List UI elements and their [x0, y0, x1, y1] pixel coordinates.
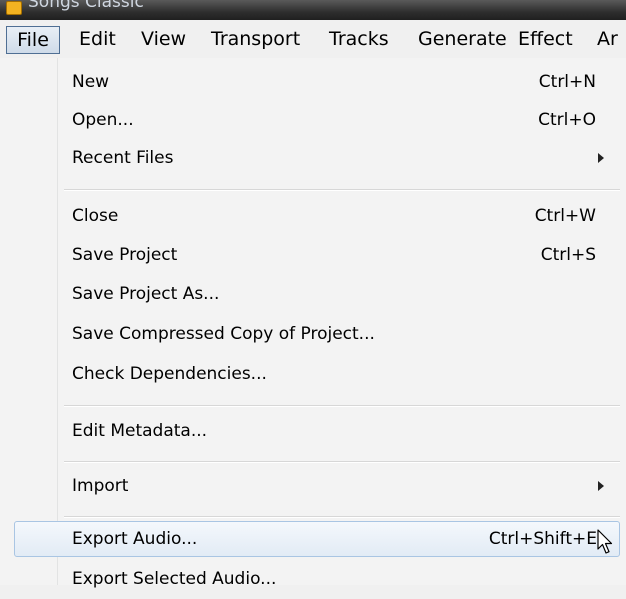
- menu-view[interactable]: View: [141, 27, 186, 51]
- menu-item-label: Edit Metadata...: [72, 421, 208, 441]
- menu-item-label: Save Compressed Copy of Project...: [72, 324, 375, 344]
- menu-tracks[interactable]: Tracks: [329, 27, 389, 51]
- menu-separator: [64, 516, 620, 518]
- menu-item-shortcut: Ctrl+W: [534, 206, 596, 226]
- menu-item-new[interactable]: New Ctrl+N: [0, 64, 626, 102]
- menu-item-shortcut: Ctrl+O: [538, 110, 596, 130]
- menu-generate[interactable]: Generate: [418, 27, 507, 51]
- menu-item-label: Recent Files: [72, 148, 174, 168]
- menu-effect[interactable]: Effect: [518, 27, 573, 51]
- menu-item-close[interactable]: Close Ctrl+W: [0, 198, 626, 236]
- menu-item-label: Open...: [72, 110, 134, 130]
- menu-edit[interactable]: Edit: [79, 27, 116, 51]
- menu-analyze[interactable]: Ar: [597, 27, 618, 51]
- menu-item-export-selected-audio[interactable]: Export Selected Audio...: [0, 561, 626, 599]
- menu-item-label: Check Dependencies...: [72, 364, 267, 384]
- menu-item-label: Close: [72, 206, 119, 226]
- menu-item-label: New: [72, 72, 110, 92]
- menu-item-label: Import: [72, 476, 129, 496]
- menu-separator: [64, 405, 620, 407]
- menu-item-import[interactable]: Import: [0, 468, 626, 506]
- file-menu-dropdown: New Ctrl+N Open... Ctrl+O Recent Files C…: [0, 58, 626, 589]
- menu-item-label: Save Project: [72, 245, 178, 265]
- menu-item-label: Export Audio...: [72, 529, 198, 549]
- menu-item-shortcut: Ctrl+N: [538, 72, 596, 92]
- menu-bar: File Edit View Transport Tracks Generate…: [0, 20, 626, 58]
- menu-item-edit-metadata[interactable]: Edit Metadata...: [0, 413, 626, 451]
- app-icon: [6, 1, 22, 15]
- menu-item-save-project[interactable]: Save Project Ctrl+S: [0, 237, 626, 275]
- menu-separator: [64, 461, 620, 463]
- menu-item-export-audio[interactable]: Export Audio... Ctrl+Shift+E: [14, 521, 620, 557]
- submenu-arrow-icon: [598, 481, 604, 491]
- menu-transport[interactable]: Transport: [211, 27, 300, 51]
- window-title: Songs Classic: [28, 0, 144, 12]
- menu-item-save-compressed-copy[interactable]: Save Compressed Copy of Project...: [0, 316, 626, 354]
- menu-item-check-dependencies[interactable]: Check Dependencies...: [0, 356, 626, 394]
- window-title-bar: Songs Classic: [0, 0, 626, 20]
- menu-item-shortcut: Ctrl+S: [540, 245, 596, 265]
- menu-item-label: Export Selected Audio...: [72, 569, 277, 589]
- menu-file[interactable]: File: [6, 26, 60, 54]
- menu-item-open[interactable]: Open... Ctrl+O: [0, 102, 626, 140]
- menu-item-recent-files[interactable]: Recent Files: [0, 140, 626, 178]
- menu-item-save-project-as[interactable]: Save Project As...: [0, 276, 626, 314]
- mouse-pointer-icon: [597, 529, 613, 554]
- menu-separator: [64, 189, 620, 191]
- menu-item-shortcut: Ctrl+Shift+E: [488, 529, 597, 549]
- submenu-arrow-icon: [598, 153, 604, 163]
- menu-item-label: Save Project As...: [72, 284, 220, 304]
